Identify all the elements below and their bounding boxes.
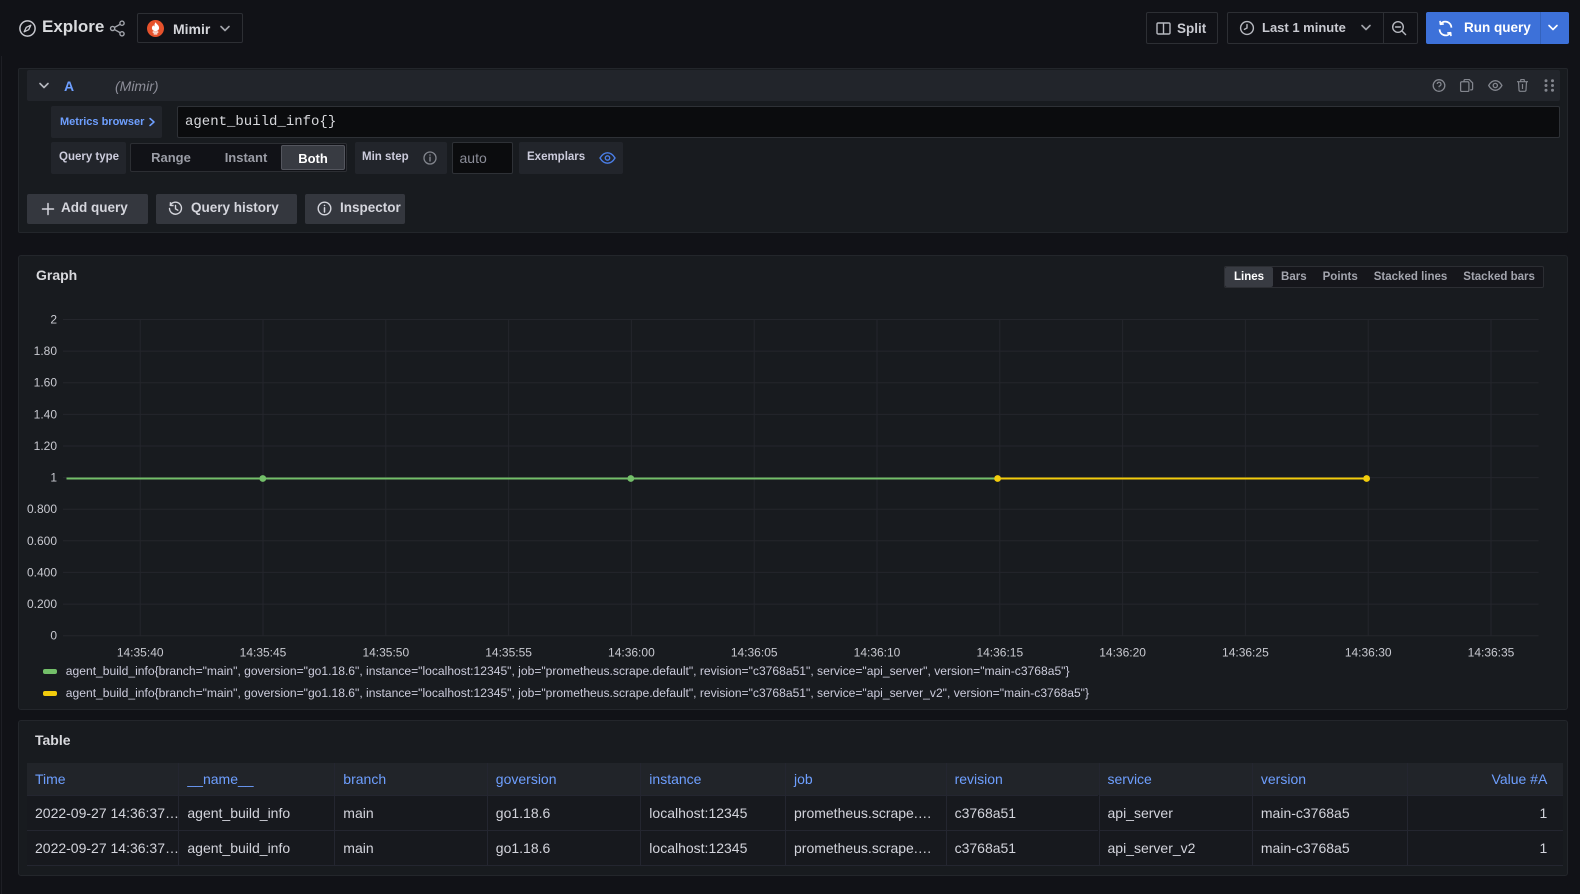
svg-text:14:35:50: 14:35:50 (362, 646, 409, 660)
svg-text:1.80: 1.80 (34, 344, 58, 358)
svg-text:14:35:45: 14:35:45 (240, 646, 287, 660)
svg-text:0.200: 0.200 (27, 597, 57, 611)
svg-text:14:35:55: 14:35:55 (485, 646, 532, 660)
svg-text:0.400: 0.400 (27, 565, 57, 579)
svg-text:1: 1 (50, 471, 57, 485)
svg-text:14:36:35: 14:36:35 (1468, 646, 1515, 660)
svg-text:0.600: 0.600 (27, 534, 57, 548)
svg-text:0.800: 0.800 (27, 502, 57, 516)
svg-text:14:36:00: 14:36:00 (608, 646, 655, 660)
svg-text:0: 0 (50, 629, 57, 643)
svg-text:14:35:40: 14:35:40 (117, 646, 164, 660)
svg-text:14:36:05: 14:36:05 (731, 646, 778, 660)
svg-text:14:36:30: 14:36:30 (1345, 646, 1392, 660)
svg-text:1.40: 1.40 (34, 407, 58, 421)
svg-text:14:36:10: 14:36:10 (854, 646, 901, 660)
svg-text:14:36:20: 14:36:20 (1099, 646, 1146, 660)
svg-text:2: 2 (50, 313, 57, 327)
svg-text:14:36:25: 14:36:25 (1222, 646, 1269, 660)
svg-text:1.20: 1.20 (34, 439, 58, 453)
svg-text:14:36:15: 14:36:15 (976, 646, 1023, 660)
svg-text:1.60: 1.60 (34, 376, 58, 390)
